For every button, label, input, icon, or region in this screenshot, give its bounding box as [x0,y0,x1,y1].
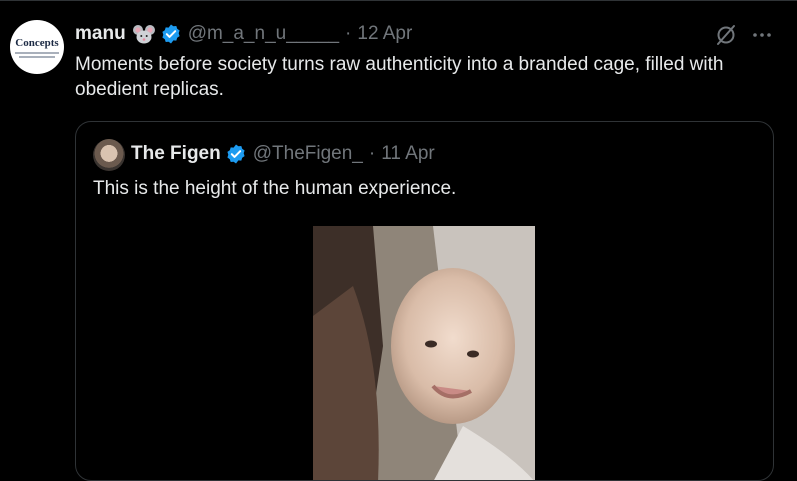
quoted-video-thumbnail[interactable] [313,226,535,480]
separator-dot: · [345,23,352,44]
quoted-header: The Figen @TheFigen_ · 11 Apr [131,142,435,166]
quoted-date[interactable]: 11 Apr [381,143,435,165]
verified-badge-icon[interactable] [225,143,247,165]
avatar-logo-line [15,51,59,54]
author-name[interactable]: manu [75,23,126,45]
quoted-avatar[interactable] [93,139,125,171]
avatar-logo-line [19,55,55,58]
avatar-logo-text: Concepts [15,36,59,49]
separator-dot: · [368,143,376,164]
tweet-header: manu @m_a_n_u_____ · 12 Apr [75,21,412,47]
mouse-emoji-icon [132,23,156,45]
grok-icon[interactable] [714,23,738,47]
avatar[interactable]: Concepts [10,20,64,74]
quoted-author-handle[interactable]: @TheFigen_ [253,143,363,165]
tweet-text: Moments before society turns raw authent… [75,54,724,100]
verified-badge-icon[interactable] [160,23,182,45]
quoted-author-name[interactable]: The Figen [131,143,221,165]
more-options-icon[interactable] [750,23,774,47]
quoted-text: This is the height of the human experien… [93,178,457,199]
divider-top [0,0,797,1]
author-handle[interactable]: @m_a_n_u_____ [188,23,339,45]
tweet-date[interactable]: 12 Apr [357,23,412,45]
quoted-tweet[interactable]: The Figen @TheFigen_ · 11 Apr This is th… [75,121,774,481]
